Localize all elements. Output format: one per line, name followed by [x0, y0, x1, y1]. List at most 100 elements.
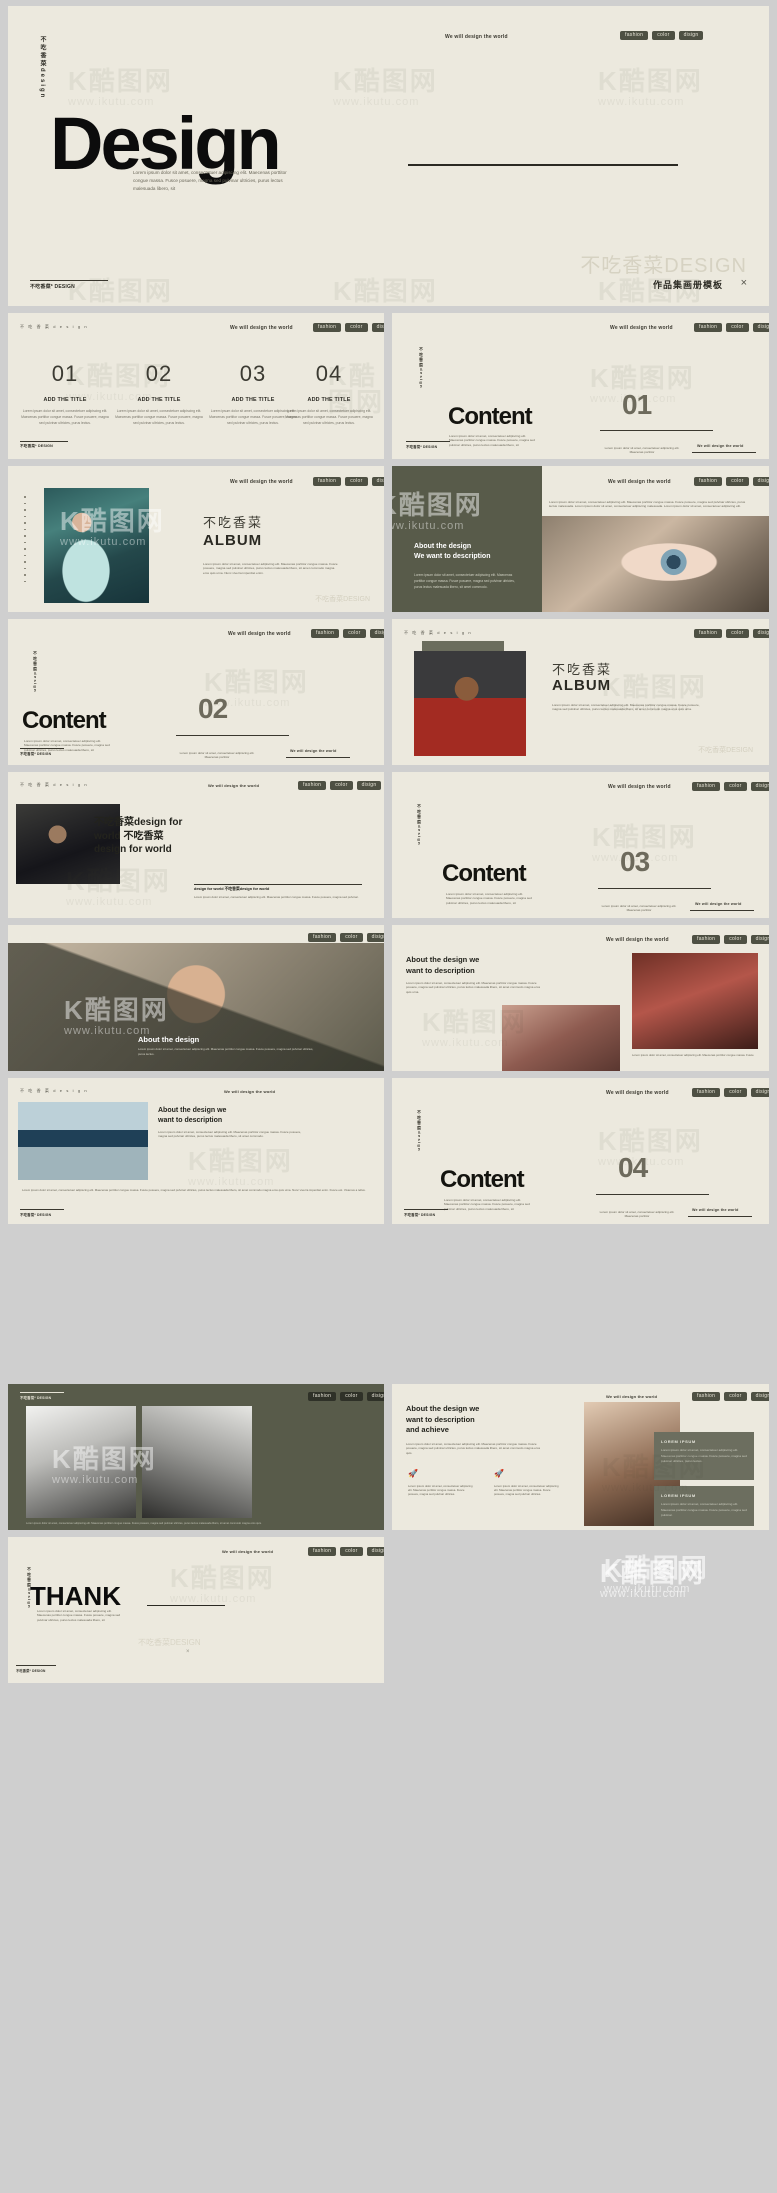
tag-disign[interactable]: disign — [750, 1088, 769, 1097]
content-word: Content — [442, 860, 527, 887]
tag-disign[interactable]: disign — [750, 935, 769, 944]
tag-fashion[interactable]: fashion — [313, 477, 342, 486]
dot-column — [24, 496, 26, 582]
lorem-card[interactable]: LOREM IPSUM Lorem ipsum dolor sit amet, … — [654, 1432, 754, 1480]
slide-content-02[interactable]: We will design the world fashion color d… — [8, 619, 384, 765]
tag-color[interactable]: color — [345, 323, 368, 332]
tag-color[interactable]: color — [345, 477, 368, 486]
watermark: K酷图网www.ikutu.com — [598, 66, 703, 108]
lorem-card[interactable]: LOREM IPSUM Lorem ipsum dolor sit amet, … — [654, 1486, 754, 1526]
tag-color[interactable]: color — [724, 782, 747, 791]
album-en-title: ALBUM — [203, 532, 263, 549]
slide-content-04[interactable]: We will design the world fashion color d… — [392, 1078, 769, 1224]
tag-disign[interactable]: disign — [366, 933, 384, 942]
slide-slogan: We will design the world — [606, 937, 669, 943]
tag-disign[interactable]: disign — [369, 629, 384, 638]
tag-fashion[interactable]: fashion — [620, 31, 649, 40]
about-body: Lorem ipsum dolor sit amet, consectetuer… — [414, 573, 515, 589]
slide-about-dark[interactable]: K酷图网www.ikutu.com About the design We wa… — [392, 466, 769, 612]
tag-color[interactable]: color — [652, 31, 675, 40]
tag-color[interactable]: color — [330, 781, 353, 790]
content-number: 03 — [620, 846, 650, 877]
close-icon[interactable]: × — [741, 278, 747, 289]
tag-color[interactable]: color — [726, 323, 749, 332]
content-rule — [600, 430, 713, 431]
tag-color[interactable]: color — [724, 1088, 747, 1097]
tag-color[interactable]: color — [340, 1547, 363, 1556]
tag-color[interactable]: color — [724, 1392, 747, 1401]
about2-photo-right — [632, 953, 758, 1049]
content-rule — [598, 888, 711, 889]
tag-fashion[interactable]: fashion — [692, 1088, 721, 1097]
thank-rule — [147, 1605, 225, 1607]
slide-album-2[interactable]: 不 吃 香 菜 d e s i g n fashion color disign… — [392, 619, 769, 765]
slide-about-glasses[interactable]: 不 吃 香 菜 d e s i g n fashion color disign… — [8, 925, 384, 1071]
tag-fashion[interactable]: fashion — [694, 629, 723, 638]
rocket-icon: 🚀 — [408, 1469, 418, 1478]
tag-disign[interactable]: disign — [752, 323, 769, 332]
close-icon[interactable]: × — [186, 1649, 190, 1655]
tag-fashion[interactable]: fashion — [311, 629, 340, 638]
tag-color[interactable]: color — [340, 1392, 363, 1401]
tag-fashion[interactable]: fashion — [694, 477, 723, 486]
tag-color[interactable]: color — [724, 935, 747, 944]
brand-logo: 不吃香菜* DESIGN — [20, 1209, 64, 1217]
tag-fashion[interactable]: fashion — [313, 323, 342, 332]
number-value: 02 — [145, 361, 173, 386]
bridge-body: Lorem ipsum dolor sit amet, consectetuer… — [158, 1130, 302, 1139]
slide-bridge[interactable]: 不 吃 香 菜 d e s i g n We will design the w… — [8, 1078, 384, 1224]
number-column[interactable]: 02 ADD THE TITLE Lorem ipsum dolor sit a… — [114, 361, 204, 426]
tag-disign[interactable]: disign — [356, 781, 382, 790]
slide-about-2[interactable]: We will design the world fashion color d… — [392, 925, 769, 1071]
tag-color[interactable]: color — [726, 477, 749, 486]
tag-fashion[interactable]: fashion — [308, 1547, 337, 1556]
watermark: K酷图网www.ikutu.com — [188, 1146, 293, 1188]
tag-disign[interactable]: disign — [371, 323, 384, 332]
tag-disign[interactable]: disign — [366, 1392, 384, 1401]
slide-design-for-world[interactable]: 不 吃 香 菜 d e s i g n We will design the w… — [8, 772, 384, 918]
tag-disign[interactable]: disign — [371, 477, 384, 486]
tag-disign[interactable]: disign — [750, 1392, 769, 1401]
slide-content-01[interactable]: We will design the world fashion color d… — [392, 313, 769, 459]
tag-fashion[interactable]: fashion — [694, 323, 723, 332]
tag-fashion[interactable]: fashion — [692, 935, 721, 944]
slide-album[interactable]: We will design the world fashion color d… — [8, 466, 384, 612]
watermark: K酷图网www.ikutu.com — [170, 1563, 275, 1605]
tag-color[interactable]: color — [343, 629, 366, 638]
tag-color[interactable]: color — [340, 933, 363, 942]
eye-photo — [542, 516, 769, 612]
tag-fashion[interactable]: fashion — [308, 1392, 337, 1401]
number-value: 04 — [315, 361, 343, 386]
number-column[interactable]: 04 ADD THE TITLE Lorem ipsum dolor sit a… — [284, 361, 374, 426]
tag-color[interactable]: color — [726, 629, 749, 638]
content-lorem-right: Lorem ipsum dolor sit amet, consectetuer… — [604, 446, 680, 455]
achieve-body: Lorem ipsum dolor sit amet, consectetuer… — [406, 1442, 541, 1455]
tag-fashion[interactable]: fashion — [692, 1392, 721, 1401]
bridge-heading: About the design we want to description — [158, 1107, 227, 1125]
tag-disign[interactable]: disign — [678, 31, 704, 40]
about-top-text: Lorem ipsum dolor sit amet, consectetuer… — [549, 500, 746, 509]
tiny-brand-label: 不 吃 香 菜 d e s i g n — [20, 782, 89, 787]
tag-fashion[interactable]: fashion — [298, 781, 327, 790]
tag-disign[interactable]: disign — [750, 782, 769, 791]
slide-bw-gallery[interactable]: 不吃香菜* DESIGN fashion color disign K酷图网ww… — [8, 1384, 384, 1530]
content-rule — [176, 735, 289, 736]
number-title: ADD THE TITLE — [137, 397, 181, 403]
thank-title: THANK — [30, 1581, 121, 1611]
slide-achieve[interactable]: We will design the world fashion color d… — [392, 1384, 769, 1530]
number-desc: Lorem ipsum dolor sit amet, consectetuer… — [21, 409, 109, 425]
tag-fashion[interactable]: fashion — [692, 782, 721, 791]
number-column[interactable]: 01 ADD THE TITLE Lorem ipsum dolor sit a… — [20, 361, 110, 426]
hero-caption: 作品集画册模板 — [652, 280, 723, 290]
tag-disign[interactable]: disign — [752, 629, 769, 638]
tag-disign[interactable]: disign — [366, 1547, 384, 1556]
slide-thank[interactable]: We will design the world fashion color d… — [8, 1537, 384, 1683]
content-slogan: We will design the world — [695, 902, 742, 906]
album2-lorem: Lorem ipsum dolor sit amet, consectetuer… — [552, 703, 700, 712]
feature-item: 🚀 Lorem ipsum dolor sit amet, consectetu… — [494, 1470, 562, 1497]
slide-four-numbers[interactable]: 不 吃 香 菜 d e s i g n We will design the w… — [8, 313, 384, 459]
tag-fashion[interactable]: fashion — [308, 933, 337, 942]
slide-content-03[interactable]: We will design the world fashion color d… — [392, 772, 769, 918]
tag-disign[interactable]: disign — [752, 477, 769, 486]
slide-slogan: We will design the world — [608, 479, 671, 485]
